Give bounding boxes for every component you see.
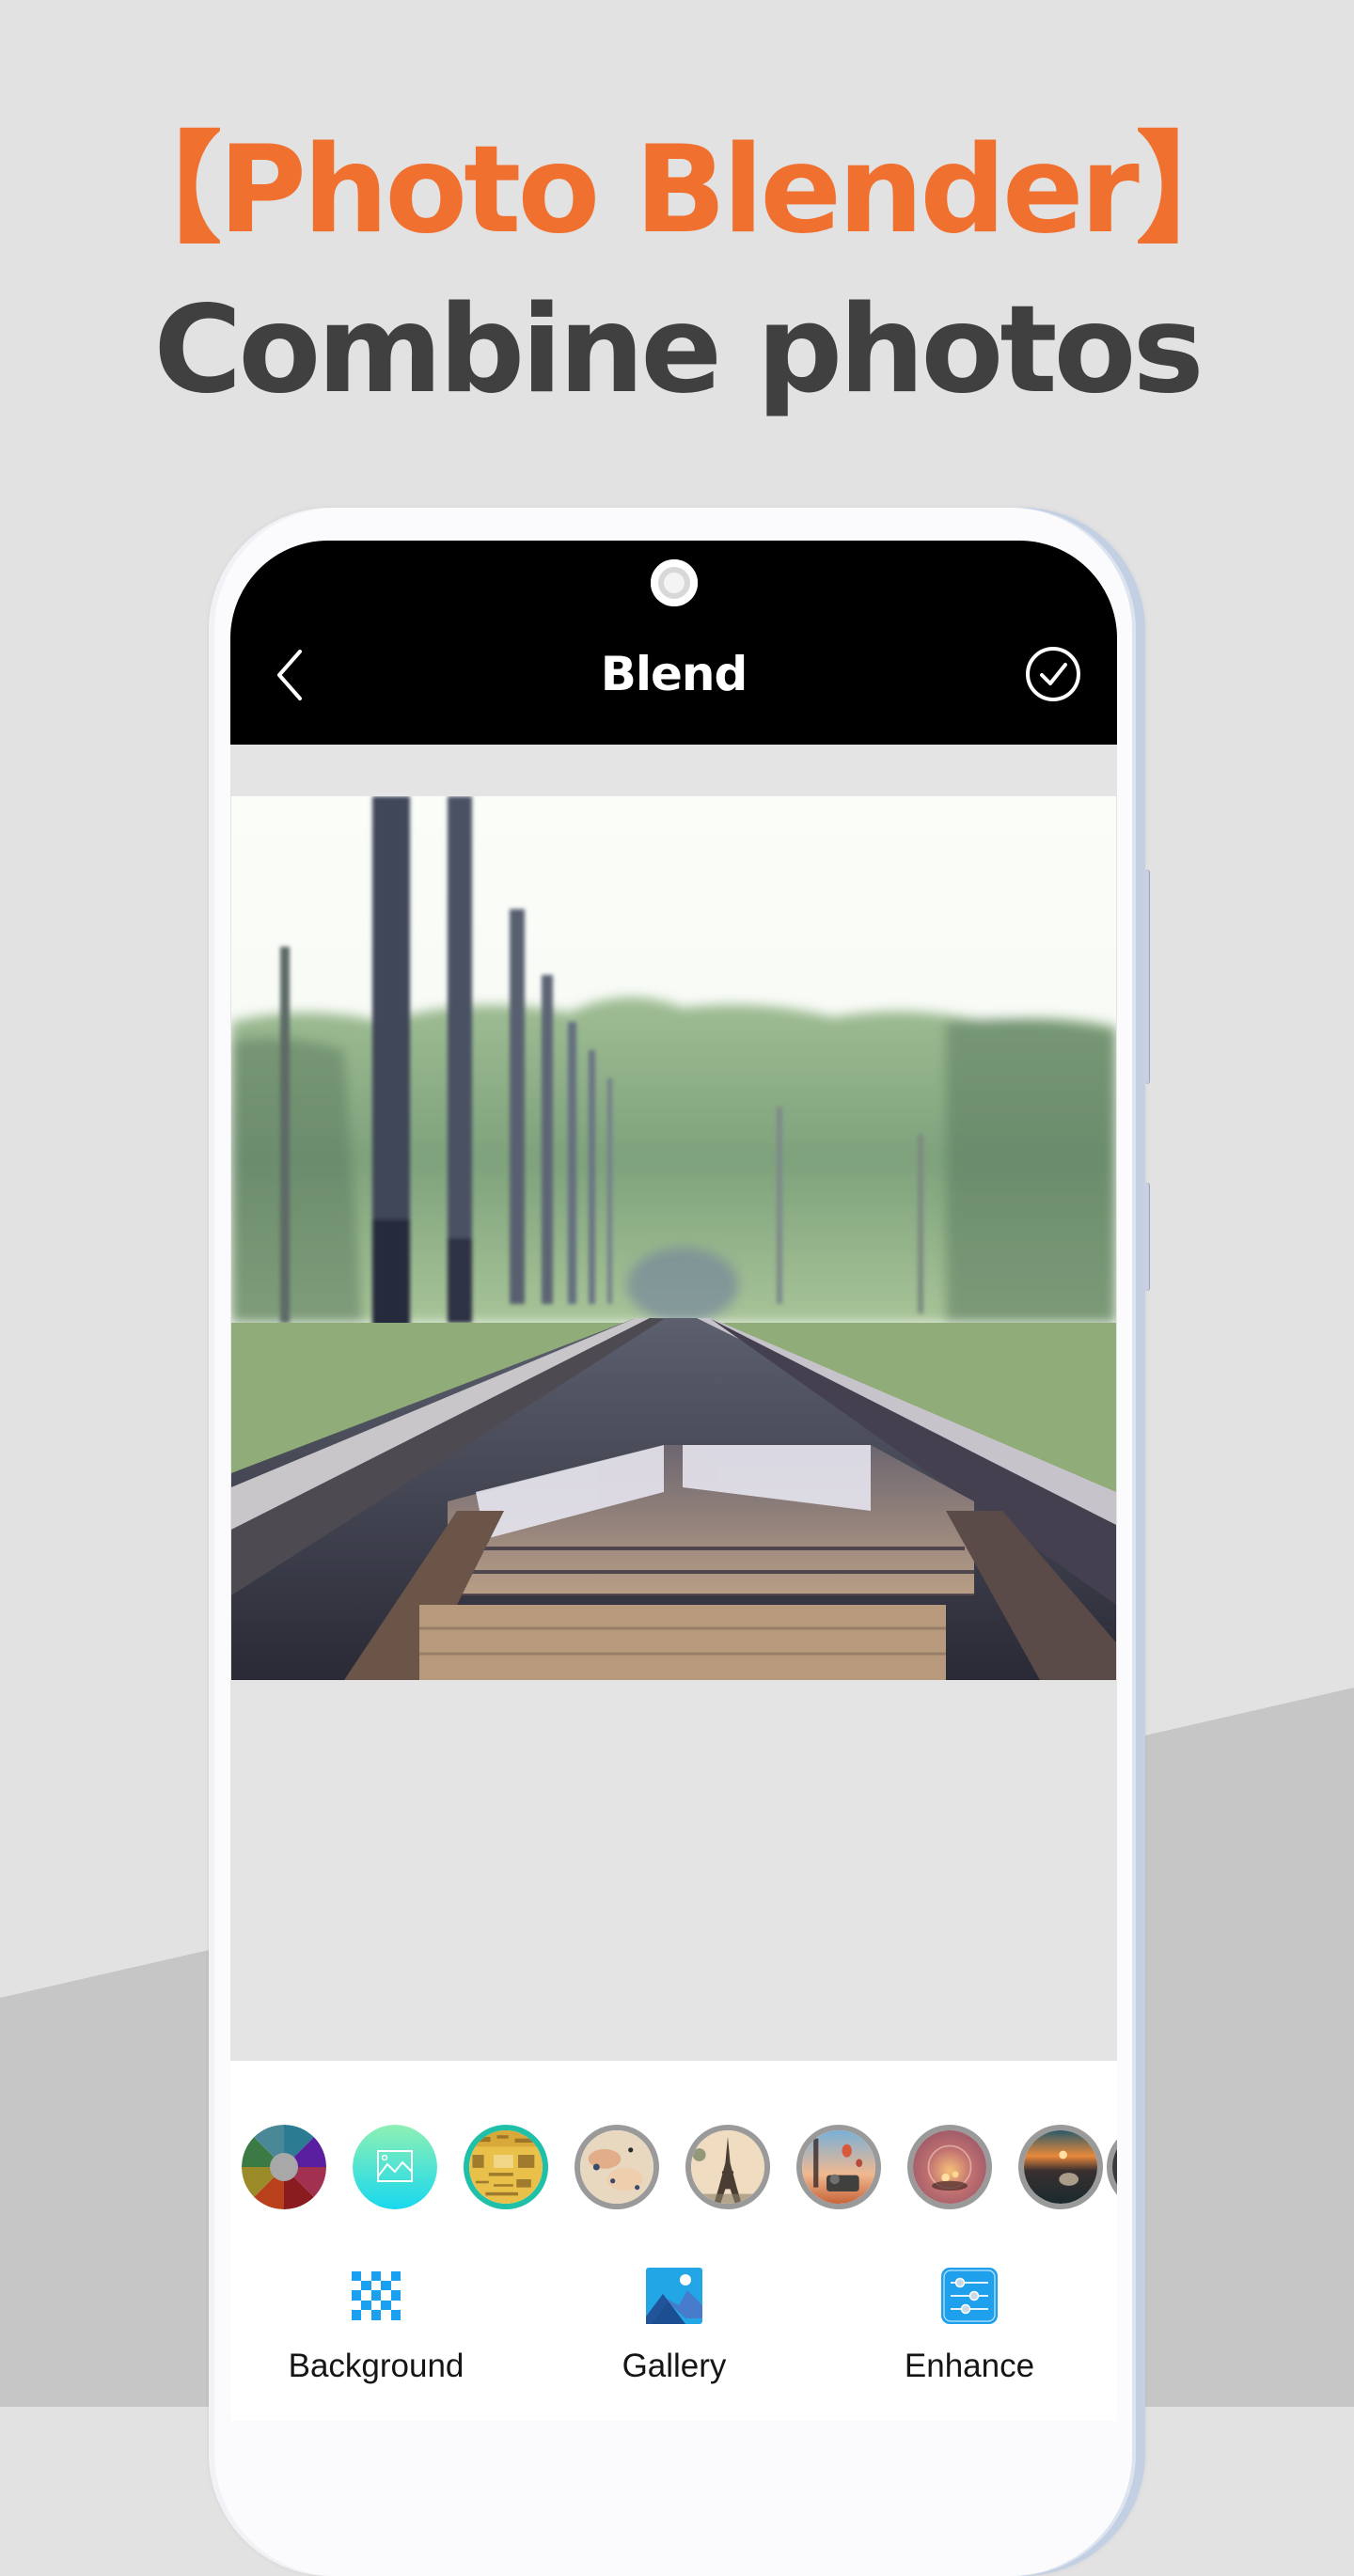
blend-option-newspaper-texture[interactable] bbox=[464, 2125, 548, 2209]
checkerboard-icon bbox=[352, 2271, 401, 2320]
partial-thumbnail bbox=[1112, 2130, 1117, 2204]
blend-photo[interactable] bbox=[231, 796, 1116, 1680]
promo-subheadline: Combine photos bbox=[153, 280, 1204, 420]
nav-gallery-label: Gallery bbox=[622, 2348, 727, 2384]
blend-option-flowers[interactable] bbox=[575, 2125, 659, 2209]
nav-enhance[interactable]: Enhance bbox=[828, 2249, 1110, 2421]
promo-headline: 【Photo Blender】 bbox=[102, 120, 1256, 260]
phone-power-button bbox=[1143, 1183, 1149, 1291]
bottom-panel: Background Gallery Enhance bbox=[230, 2061, 1117, 2421]
confirm-button[interactable] bbox=[1025, 646, 1081, 702]
blend-option-city-balloons[interactable] bbox=[796, 2125, 881, 2209]
page-title: Blend bbox=[600, 647, 748, 701]
blend-options-list[interactable] bbox=[230, 2061, 1117, 2249]
app-screen: Blend Background Gallery Enhance bbox=[230, 541, 1117, 2421]
blend-option-sunset-lake[interactable] bbox=[1018, 2125, 1103, 2209]
check-circle-icon bbox=[1026, 647, 1080, 701]
blend-option-bokeh-glass[interactable] bbox=[907, 2125, 992, 2209]
railway-photo bbox=[231, 796, 1116, 1680]
app-header: Blend bbox=[230, 541, 1117, 745]
color-wheel-icon bbox=[242, 2125, 326, 2209]
nav-enhance-label: Enhance bbox=[904, 2348, 1035, 2384]
bokeh-thumbnail bbox=[913, 2130, 986, 2204]
front-camera bbox=[651, 559, 698, 606]
flowers-thumbnail bbox=[580, 2130, 653, 2204]
blend-option-eiffel-tower[interactable] bbox=[685, 2125, 770, 2209]
nav-background-label: Background bbox=[288, 2348, 464, 2384]
sunset-thumbnail bbox=[1024, 2130, 1097, 2204]
image-icon bbox=[353, 2125, 437, 2209]
eiffel-tower-thumbnail bbox=[691, 2130, 764, 2204]
blend-option-pick-from-gallery[interactable] bbox=[353, 2125, 437, 2209]
city-thumbnail bbox=[802, 2130, 875, 2204]
phone-volume-button bbox=[1143, 870, 1149, 1084]
blend-canvas[interactable] bbox=[230, 745, 1117, 2061]
nav-gallery[interactable]: Gallery bbox=[533, 2249, 815, 2421]
gallery-icon bbox=[646, 2268, 702, 2324]
nav-background[interactable]: Background bbox=[235, 2249, 517, 2421]
blend-option-more[interactable] bbox=[1107, 2125, 1117, 2209]
sliders-icon bbox=[941, 2268, 998, 2324]
blend-option-color-picker[interactable] bbox=[242, 2125, 326, 2209]
newspaper-thumbnail bbox=[469, 2130, 543, 2204]
